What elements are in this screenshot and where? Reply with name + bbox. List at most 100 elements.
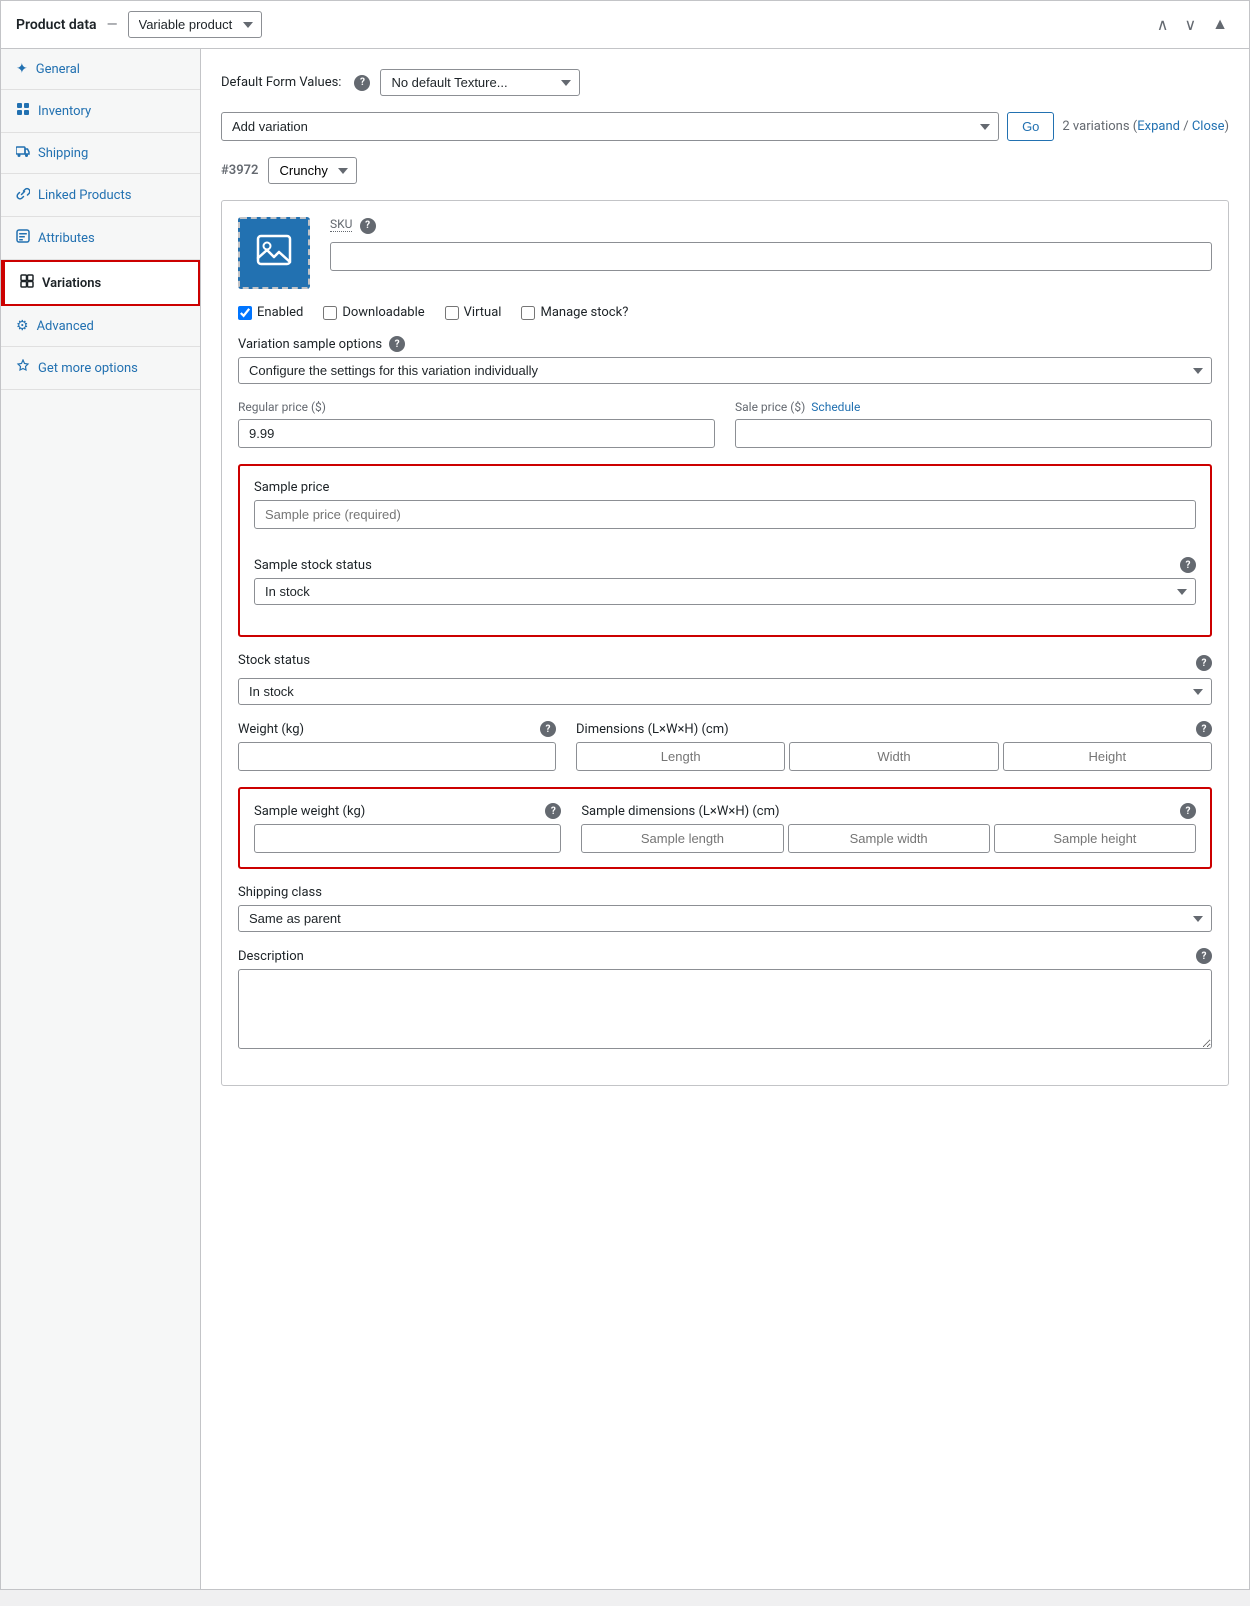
inventory-icon <box>16 102 30 120</box>
sample-length-input[interactable] <box>581 824 783 853</box>
weight-label: Weight (kg) <box>238 722 304 737</box>
sample-price-input[interactable] <box>254 500 1196 529</box>
downloadable-checkbox[interactable] <box>323 306 337 320</box>
sidebar-item-advanced[interactable]: ⚙ Advanced <box>1 306 200 347</box>
schedule-link[interactable]: Schedule <box>811 400 860 414</box>
description-row: Description ? <box>238 948 1212 1053</box>
dimensions-label: Dimensions (L×W×H) (cm) <box>576 722 729 737</box>
sale-price-label: Sale price ($) <box>735 400 805 414</box>
sidebar-item-inventory[interactable]: Inventory <box>1 90 200 133</box>
product-data-header: Product data — Variable product ∧ ∨ ▲ <box>1 1 1249 49</box>
sample-stock-label-row: Sample stock status ? <box>254 557 1196 573</box>
collapse-all-button[interactable]: ▲ <box>1206 13 1234 37</box>
linked-products-icon <box>16 186 30 204</box>
variation-body: SKU ? Enabled <box>221 200 1229 1086</box>
default-form-label: Default Form Values: <box>221 75 341 90</box>
sale-price-input[interactable] <box>735 419 1212 448</box>
sample-stock-select[interactable]: In stock <box>254 578 1196 605</box>
virtual-checkbox-label[interactable]: Virtual <box>445 305 502 320</box>
close-link[interactable]: Close <box>1192 119 1225 134</box>
sample-weight-field: Sample weight (kg) ? <box>254 803 561 853</box>
weight-dims-row: Weight (kg) ? Dimensions (L×W×H) (cm) ? <box>238 721 1212 771</box>
variation-name-select[interactable]: Crunchy <box>268 157 357 184</box>
virtual-label: Virtual <box>464 305 502 320</box>
regular-price-field: Regular price ($) <box>238 400 715 448</box>
sample-weight-help-icon[interactable]: ? <box>545 803 561 819</box>
manage-stock-checkbox-label[interactable]: Manage stock? <box>521 305 628 320</box>
variation-item: #3972 Crunchy <box>221 157 1229 1086</box>
enabled-checkbox[interactable] <box>238 306 252 320</box>
sidebar-item-label-advanced: Advanced <box>37 319 94 334</box>
collapse-down-button[interactable]: ∨ <box>1178 13 1202 37</box>
sku-input[interactable] <box>330 242 1212 271</box>
stock-status-help-icon[interactable]: ? <box>1196 655 1212 671</box>
dimensions-field: Dimensions (L×W×H) (cm) ? <box>576 721 1212 771</box>
add-variation-select[interactable]: Add variation <box>221 112 999 141</box>
stock-status-select[interactable]: In stock <box>238 678 1212 705</box>
header-arrows: ∧ ∨ ▲ <box>1151 13 1234 37</box>
regular-price-input[interactable] <box>238 419 715 448</box>
weight-help-icon[interactable]: ? <box>540 721 556 737</box>
weight-input[interactable] <box>238 742 556 771</box>
sidebar-item-get-more-options[interactable]: Get more options <box>1 347 200 390</box>
sample-weight-input[interactable] <box>254 824 561 853</box>
attributes-icon <box>16 229 30 247</box>
general-icon: ✦ <box>16 61 28 77</box>
downloadable-checkbox-label[interactable]: Downloadable <box>323 305 424 320</box>
go-button[interactable]: Go <box>1007 112 1054 141</box>
sample-price-section: Sample price Sample stock status ? <box>238 464 1212 637</box>
sidebar-item-linked-products[interactable]: Linked Products <box>1 174 200 217</box>
sample-dimensions-inputs <box>581 824 1196 853</box>
variation-sample-help-icon[interactable]: ? <box>389 336 405 352</box>
sidebar-item-label-shipping: Shipping <box>38 146 88 161</box>
sale-price-field: Sale price ($) Schedule <box>735 400 1212 448</box>
sku-field: SKU ? <box>330 217 1212 271</box>
enabled-checkbox-label[interactable]: Enabled <box>238 305 303 320</box>
image-placeholder-icon <box>256 232 292 275</box>
sample-height-input[interactable] <box>994 824 1196 853</box>
description-help-icon[interactable]: ? <box>1196 948 1212 964</box>
sku-label: SKU <box>330 217 352 232</box>
width-input[interactable] <box>789 742 998 771</box>
checkboxes-row: Enabled Downloadable Virtual <box>238 305 1212 320</box>
description-label: Description <box>238 949 304 964</box>
manage-stock-label: Manage stock? <box>540 305 628 320</box>
weight-field: Weight (kg) ? <box>238 721 556 771</box>
description-textarea[interactable] <box>238 969 1212 1049</box>
sample-weight-label: Sample weight (kg) <box>254 804 365 819</box>
downloadable-label: Downloadable <box>342 305 424 320</box>
sku-help-icon[interactable]: ? <box>360 218 376 234</box>
sidebar-item-label-linked-products: Linked Products <box>38 188 131 203</box>
default-form-select[interactable]: No default Texture... <box>380 69 580 96</box>
sidebar-item-label-variations: Variations <box>42 276 101 291</box>
sample-width-input[interactable] <box>788 824 990 853</box>
variation-sample-label: Variation sample options ? <box>238 336 1212 352</box>
sidebar-item-attributes[interactable]: Attributes <box>1 217 200 260</box>
virtual-checkbox[interactable] <box>445 306 459 320</box>
shipping-class-select[interactable]: Same as parent <box>238 905 1212 932</box>
shipping-icon <box>16 145 30 161</box>
sidebar-item-variations[interactable]: Variations <box>1 260 200 306</box>
sample-dimensions-help-icon[interactable]: ? <box>1180 803 1196 819</box>
sidebar-item-label-inventory: Inventory <box>38 104 91 119</box>
sample-stock-help-icon[interactable]: ? <box>1180 557 1196 573</box>
product-data-container: Product data — Variable product ∧ ∨ ▲ ✦ … <box>0 0 1250 1590</box>
height-input[interactable] <box>1003 742 1212 771</box>
expand-link[interactable]: Expand <box>1137 119 1180 134</box>
collapse-up-button[interactable]: ∧ <box>1151 13 1175 37</box>
variation-sample-options-row: Variation sample options ? Configure the… <box>238 336 1212 384</box>
dimensions-help-icon[interactable]: ? <box>1196 721 1212 737</box>
product-type-select[interactable]: Variable product <box>128 11 262 38</box>
sidebar-item-shipping[interactable]: Shipping <box>1 133 200 174</box>
get-more-options-icon <box>16 359 30 377</box>
sidebar-item-general[interactable]: ✦ General <box>1 49 200 90</box>
sample-dimensions-field: Sample dimensions (L×W×H) (cm) ? <box>581 803 1196 853</box>
length-input[interactable] <box>576 742 785 771</box>
sample-weight-dims-row: Sample weight (kg) ? Sample dimensions (… <box>254 803 1196 853</box>
price-row: Regular price ($) Sale price ($) Schedul… <box>238 400 1212 448</box>
manage-stock-checkbox[interactable] <box>521 306 535 320</box>
variation-image[interactable] <box>238 217 310 289</box>
sample-stock-row: Sample stock status ? In stock <box>254 557 1196 605</box>
default-form-help-icon[interactable]: ? <box>354 75 370 91</box>
variation-sample-select[interactable]: Configure the settings for this variatio… <box>238 357 1212 384</box>
